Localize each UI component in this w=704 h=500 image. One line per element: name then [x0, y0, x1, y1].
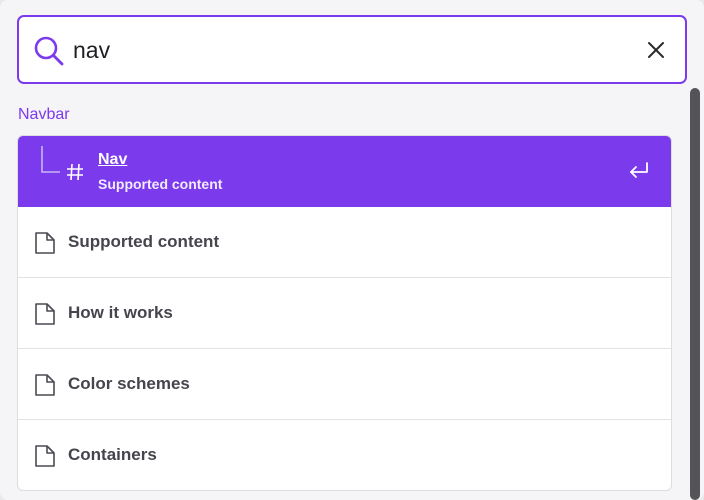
search-input[interactable] [73, 31, 613, 69]
results-list: Nav Supported content Supported content … [17, 135, 672, 491]
document-icon [35, 374, 55, 396]
hit-title: Containers [68, 445, 157, 464]
hit-title: Nav [98, 151, 128, 168]
hit-selected[interactable]: Nav Supported content [18, 136, 671, 207]
enter-icon [630, 162, 648, 178]
search-box[interactable] [17, 15, 687, 84]
hit-item[interactable]: Containers [18, 420, 671, 490]
hash-icon [67, 163, 83, 181]
search-modal: Navbar Nav Supported content [0, 0, 704, 500]
tree-branch-icon [41, 146, 60, 173]
document-icon [35, 445, 55, 467]
hit-title: Supported content [68, 232, 220, 251]
search-icon [34, 36, 64, 66]
document-icon [35, 232, 55, 254]
scrollbar[interactable] [690, 88, 700, 500]
result-group-title: Navbar [18, 106, 70, 123]
hit-item[interactable]: Supported content [18, 207, 671, 278]
hit-subtitle: Supported content [98, 176, 223, 192]
hit-title: Color schemes [68, 374, 190, 393]
document-icon [35, 303, 55, 325]
hit-title: How it works [68, 303, 173, 322]
hit-item[interactable]: How it works [18, 278, 671, 349]
close-icon[interactable] [645, 39, 667, 61]
hit-item[interactable]: Color schemes [18, 349, 671, 420]
